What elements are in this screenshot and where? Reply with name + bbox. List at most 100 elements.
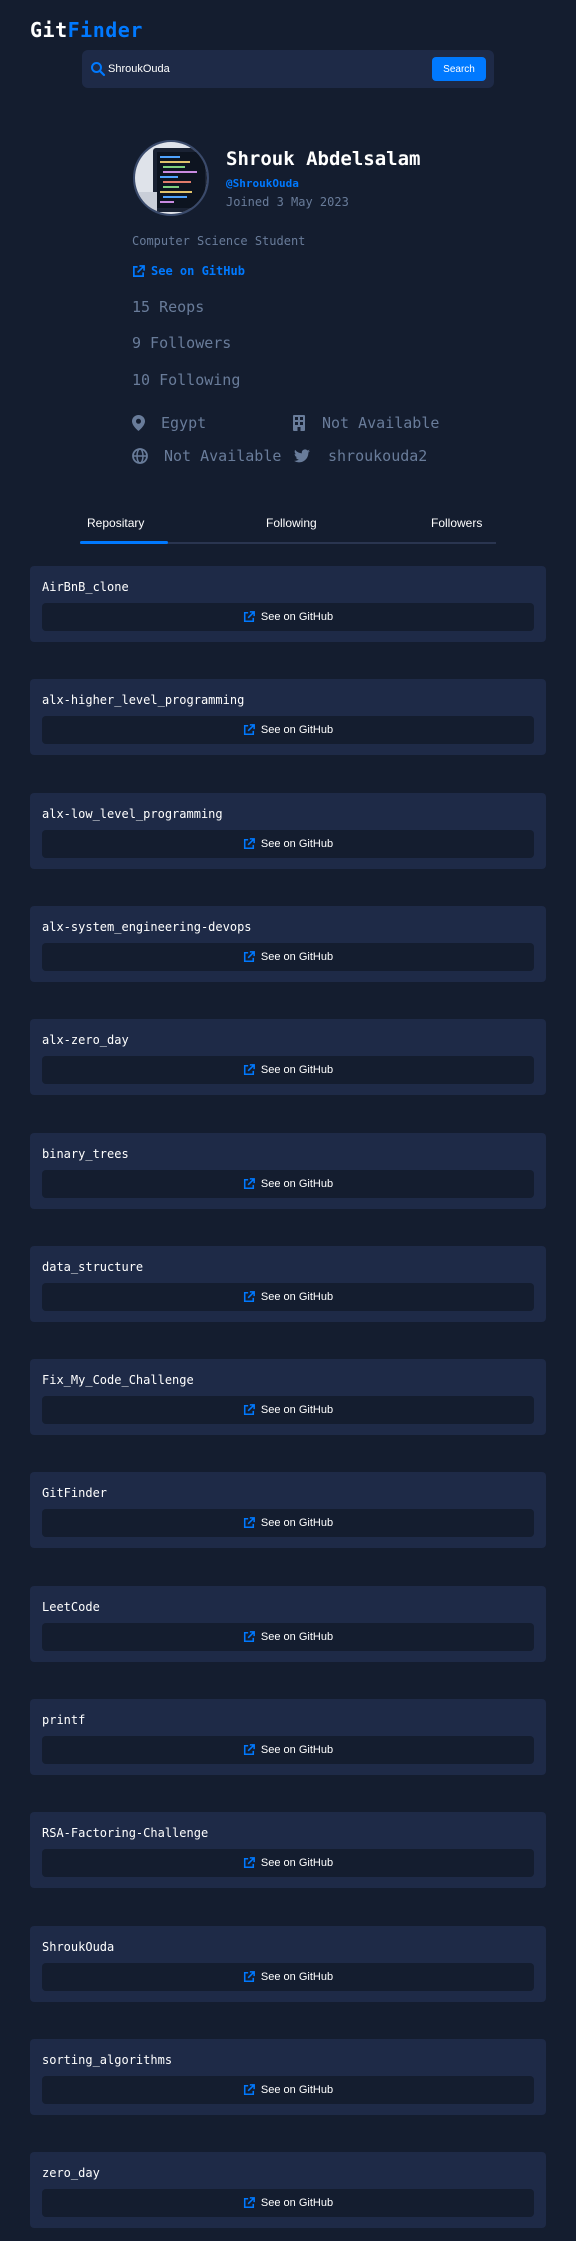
external-link-icon xyxy=(243,951,255,963)
repo-card: GitFinder See on GitHub xyxy=(30,1472,546,1548)
repo-github-button[interactable]: See on GitHub xyxy=(42,2076,534,2104)
repo-card: ShroukOuda See on GitHub xyxy=(30,1926,546,2002)
repo-github-button[interactable]: See on GitHub xyxy=(42,1283,534,1311)
repo-card: zero_day See on GitHub xyxy=(30,2152,546,2228)
avatar-image xyxy=(135,142,207,214)
logo-part-git: Git xyxy=(30,18,68,42)
repo-name: GitFinder xyxy=(42,1486,108,1500)
repo-github-button-label: See on GitHub xyxy=(260,2084,334,2096)
external-link-icon xyxy=(243,611,255,623)
location-text: Egypt xyxy=(161,414,207,432)
repo-github-button[interactable]: See on GitHub xyxy=(42,1623,534,1651)
external-link-icon xyxy=(243,1517,255,1529)
company-info: Not Available xyxy=(292,414,439,432)
repo-name: ShroukOuda xyxy=(42,1940,115,1954)
repo-card: AirBnB_clone See on GitHub xyxy=(30,566,546,642)
external-link-icon xyxy=(243,1631,255,1643)
repo-github-button[interactable]: See on GitHub xyxy=(42,1849,534,1877)
website-text[interactable]: Not Available xyxy=(164,447,281,465)
repos-count[interactable]: 15 Reops xyxy=(132,298,204,316)
profile-github-link[interactable]: See on GitHub xyxy=(132,264,245,278)
repo-github-button[interactable]: See on GitHub xyxy=(42,603,534,631)
repo-name: alx-system_engineering-devops xyxy=(42,920,252,934)
tab-following[interactable]: Following xyxy=(266,516,317,530)
repo-github-button-label: See on GitHub xyxy=(260,1857,334,1869)
repo-github-button-label: See on GitHub xyxy=(260,1178,334,1190)
app-logo[interactable]: GitFinder xyxy=(30,18,143,42)
location-info: Egypt xyxy=(132,414,206,432)
external-link-icon xyxy=(243,2197,255,2209)
repo-github-button[interactable]: See on GitHub xyxy=(42,1056,534,1084)
company-text: Not Available xyxy=(322,414,440,432)
external-link-icon xyxy=(243,2084,255,2096)
repo-github-button-label: See on GitHub xyxy=(260,1291,334,1303)
repo-github-button[interactable]: See on GitHub xyxy=(42,1736,534,1764)
profile-handle[interactable]: @ShroukOuda xyxy=(226,177,299,190)
tab-active-indicator xyxy=(80,541,168,544)
repo-github-button-label: See on GitHub xyxy=(260,951,334,963)
external-link-icon xyxy=(243,1971,255,1983)
profile-bio: Computer Science Student xyxy=(132,234,306,248)
profile-tabs: Repositary Following Followers xyxy=(80,510,496,544)
repo-card: RSA-Factoring-Challenge See on GitHub xyxy=(30,1812,546,1888)
repo-name: data_structure xyxy=(42,1260,144,1274)
repo-github-button[interactable]: See on GitHub xyxy=(42,1509,534,1537)
repo-name: binary_trees xyxy=(42,1147,129,1161)
repo-github-button[interactable]: See on GitHub xyxy=(42,943,534,971)
repo-name: RSA-Factoring-Challenge xyxy=(42,1826,209,1840)
search-input[interactable] xyxy=(108,57,408,81)
repo-github-button-label: See on GitHub xyxy=(260,1404,334,1416)
repo-card: alx-system_engineering-devops See on GitH… xyxy=(30,906,546,982)
repo-github-button-label: See on GitHub xyxy=(260,611,334,623)
followers-count[interactable]: 9 Followers xyxy=(132,334,231,352)
external-link-icon xyxy=(133,264,145,277)
profile-github-link-label: See on GitHub xyxy=(151,264,245,278)
repo-name: alx-low_level_programming xyxy=(42,807,223,821)
external-link-icon xyxy=(243,1404,255,1416)
profile-name: Shrouk Abdelsalam xyxy=(226,148,421,170)
search-button[interactable]: Search xyxy=(432,57,486,81)
external-link-icon xyxy=(243,1291,255,1303)
repo-card: alx-higher_level_programming See on GitHu… xyxy=(30,679,546,755)
twitter-info: shroukouda2 xyxy=(294,447,427,465)
external-link-icon xyxy=(243,724,255,736)
profile-joined-date: Joined 3 May 2023 xyxy=(226,195,349,209)
following-count[interactable]: 10 Following xyxy=(132,371,240,389)
external-link-icon xyxy=(243,1857,255,1869)
search-bar: Search xyxy=(82,50,494,88)
repo-name: LeetCode xyxy=(42,1600,100,1614)
repo-card: binary_trees See on GitHub xyxy=(30,1133,546,1209)
repo-github-button-label: See on GitHub xyxy=(260,838,334,850)
tab-repository[interactable]: Repositary xyxy=(87,516,144,530)
globe-icon xyxy=(132,448,148,464)
repo-github-button-label: See on GitHub xyxy=(260,1064,334,1076)
repo-name: AirBnB_clone xyxy=(42,580,129,594)
tab-followers[interactable]: Followers xyxy=(431,516,482,530)
repo-github-button[interactable]: See on GitHub xyxy=(42,2189,534,2217)
website-info: Not Available xyxy=(132,447,281,465)
repo-card: data_structure See on GitHub xyxy=(30,1246,546,1322)
repo-github-button[interactable]: See on GitHub xyxy=(42,1963,534,1991)
repo-name: sorting_algorithms xyxy=(42,2053,173,2067)
repo-github-button-label: See on GitHub xyxy=(260,724,334,736)
location-pin-icon xyxy=(132,415,145,431)
repo-card: LeetCode See on GitHub xyxy=(30,1586,546,1662)
avatar xyxy=(133,140,209,216)
logo-part-finder: Finder xyxy=(67,18,143,42)
repo-card: printf See on GitHub xyxy=(30,1699,546,1775)
repo-card: Fix_My_Code_Challenge See on GitHub xyxy=(30,1359,546,1435)
building-icon xyxy=(293,415,305,431)
repo-github-button-label: See on GitHub xyxy=(260,1517,334,1529)
repo-github-button[interactable]: See on GitHub xyxy=(42,1170,534,1198)
repo-github-button-label: See on GitHub xyxy=(260,2197,334,2209)
external-link-icon xyxy=(243,1178,255,1190)
repo-name: zero_day xyxy=(42,2166,100,2180)
repo-name: alx-zero_day xyxy=(42,1033,129,1047)
search-icon xyxy=(91,62,106,77)
repo-github-button[interactable]: See on GitHub xyxy=(42,716,534,744)
repo-github-button[interactable]: See on GitHub xyxy=(42,1396,534,1424)
repo-github-button-label: See on GitHub xyxy=(260,1971,334,1983)
external-link-icon xyxy=(243,1744,255,1756)
twitter-text[interactable]: shroukouda2 xyxy=(328,447,427,465)
repo-github-button[interactable]: See on GitHub xyxy=(42,830,534,858)
